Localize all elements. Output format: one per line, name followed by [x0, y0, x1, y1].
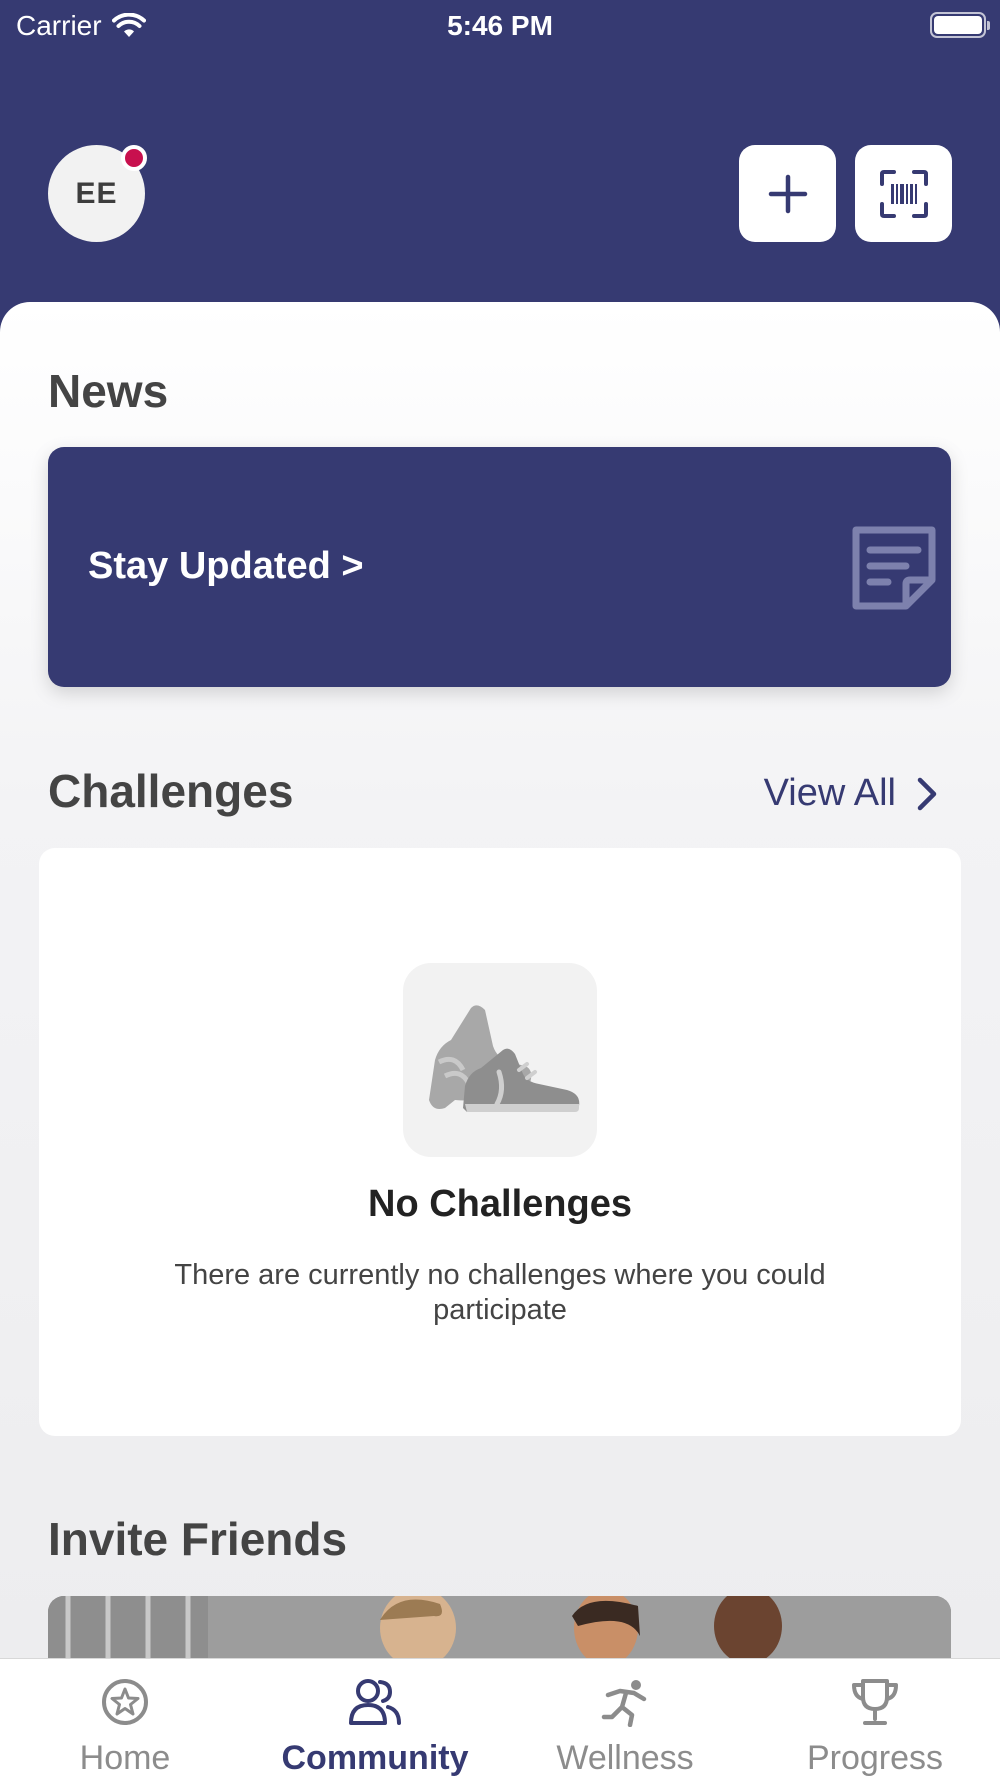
tab-progress[interactable]: Progress	[750, 1659, 1000, 1778]
tab-wellness[interactable]: Wellness	[500, 1659, 750, 1778]
invite-heading: Invite Friends	[48, 1513, 348, 1565]
tab-progress-label: Progress	[806, 1739, 944, 1777]
news-card[interactable]: Stay Updated >	[48, 447, 951, 687]
tab-bar: Home Community Wellness Progress	[0, 1658, 1000, 1778]
tab-community[interactable]: Community	[250, 1659, 500, 1778]
status-time: 5:46 PM	[447, 10, 553, 41]
challenges-empty-card: No Challenges There are currently no cha…	[39, 848, 961, 1436]
scan-barcode-button[interactable]	[855, 145, 952, 242]
users-icon	[349, 1679, 401, 1725]
view-all-label: View All	[763, 772, 896, 814]
tab-wellness-label: Wellness	[556, 1739, 694, 1777]
running-icon	[601, 1680, 647, 1727]
barcode-scan-icon	[879, 169, 928, 218]
news-card-text: Stay Updated >	[88, 545, 364, 587]
empty-state-description: There are currently no challenges where …	[174, 1259, 826, 1326]
empty-state-title: No Challenges	[368, 1183, 632, 1225]
note-icon	[852, 526, 936, 610]
avatar-initials: EE	[75, 176, 118, 210]
add-button[interactable]	[739, 145, 836, 242]
news-heading: News	[48, 365, 169, 417]
notification-dot	[121, 145, 147, 171]
tab-home[interactable]: Home	[0, 1659, 250, 1778]
avatar[interactable]: EE	[48, 145, 147, 242]
trophy-icon	[852, 1679, 898, 1725]
app-screen: Carrier 5:46 PM EE News Stay Updated > C…	[0, 0, 1000, 1778]
chevron-right-icon	[917, 777, 937, 810]
star-circle-icon	[102, 1679, 148, 1725]
sneakers-icon	[429, 1005, 580, 1112]
content-sheet: News Stay Updated > Challenges View All	[0, 302, 1000, 1778]
empty-illustration	[403, 963, 597, 1157]
tab-community-label: Community	[281, 1739, 469, 1777]
plus-icon	[768, 174, 807, 213]
tab-home-label: Home	[79, 1739, 171, 1777]
view-all-link[interactable]: View All	[764, 772, 938, 815]
battery-icon	[930, 12, 990, 38]
challenges-heading: Challenges	[48, 765, 294, 817]
status-bar: Carrier 5:46 PM	[0, 0, 1000, 50]
